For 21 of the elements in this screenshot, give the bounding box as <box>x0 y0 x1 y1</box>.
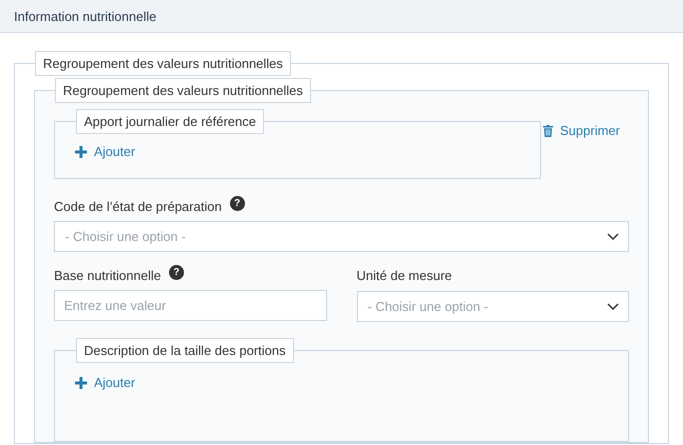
add-link[interactable]: Ajouter <box>75 375 136 390</box>
help-icon[interactable]: ? <box>230 196 245 211</box>
select-field[interactable]: - Choisir une option - <box>356 291 629 322</box>
trash-icon <box>543 124 553 136</box>
group-legend: Regroupement des valeurs nutritionnelles <box>35 51 291 76</box>
plus-icon <box>75 376 87 388</box>
panel-legend: Description de la taille des portions <box>76 338 294 363</box>
delete-link[interactable]: Supprimer <box>543 123 629 138</box>
chevron-down-icon <box>607 233 619 240</box>
input-field[interactable]: Entrez une valeur <box>54 290 326 321</box>
field-label: Base nutritionnelle <box>54 268 161 283</box>
help-icon[interactable]: ? <box>168 265 184 280</box>
field-label: Unité de mesure <box>356 268 452 283</box>
field-label: Code de l’état de préparation <box>54 199 222 214</box>
select-field[interactable]: - Choisir une option - <box>54 221 629 252</box>
chevron-down-icon <box>607 303 619 310</box>
section-title: Information nutritionnelle <box>14 8 156 24</box>
panel-legend: Apport journalier de référence <box>76 109 264 134</box>
add-link[interactable]: Ajouter <box>75 144 136 159</box>
group-legend: Regroupement des valeurs nutritionnelles <box>55 78 311 103</box>
plus-icon <box>75 146 87 158</box>
